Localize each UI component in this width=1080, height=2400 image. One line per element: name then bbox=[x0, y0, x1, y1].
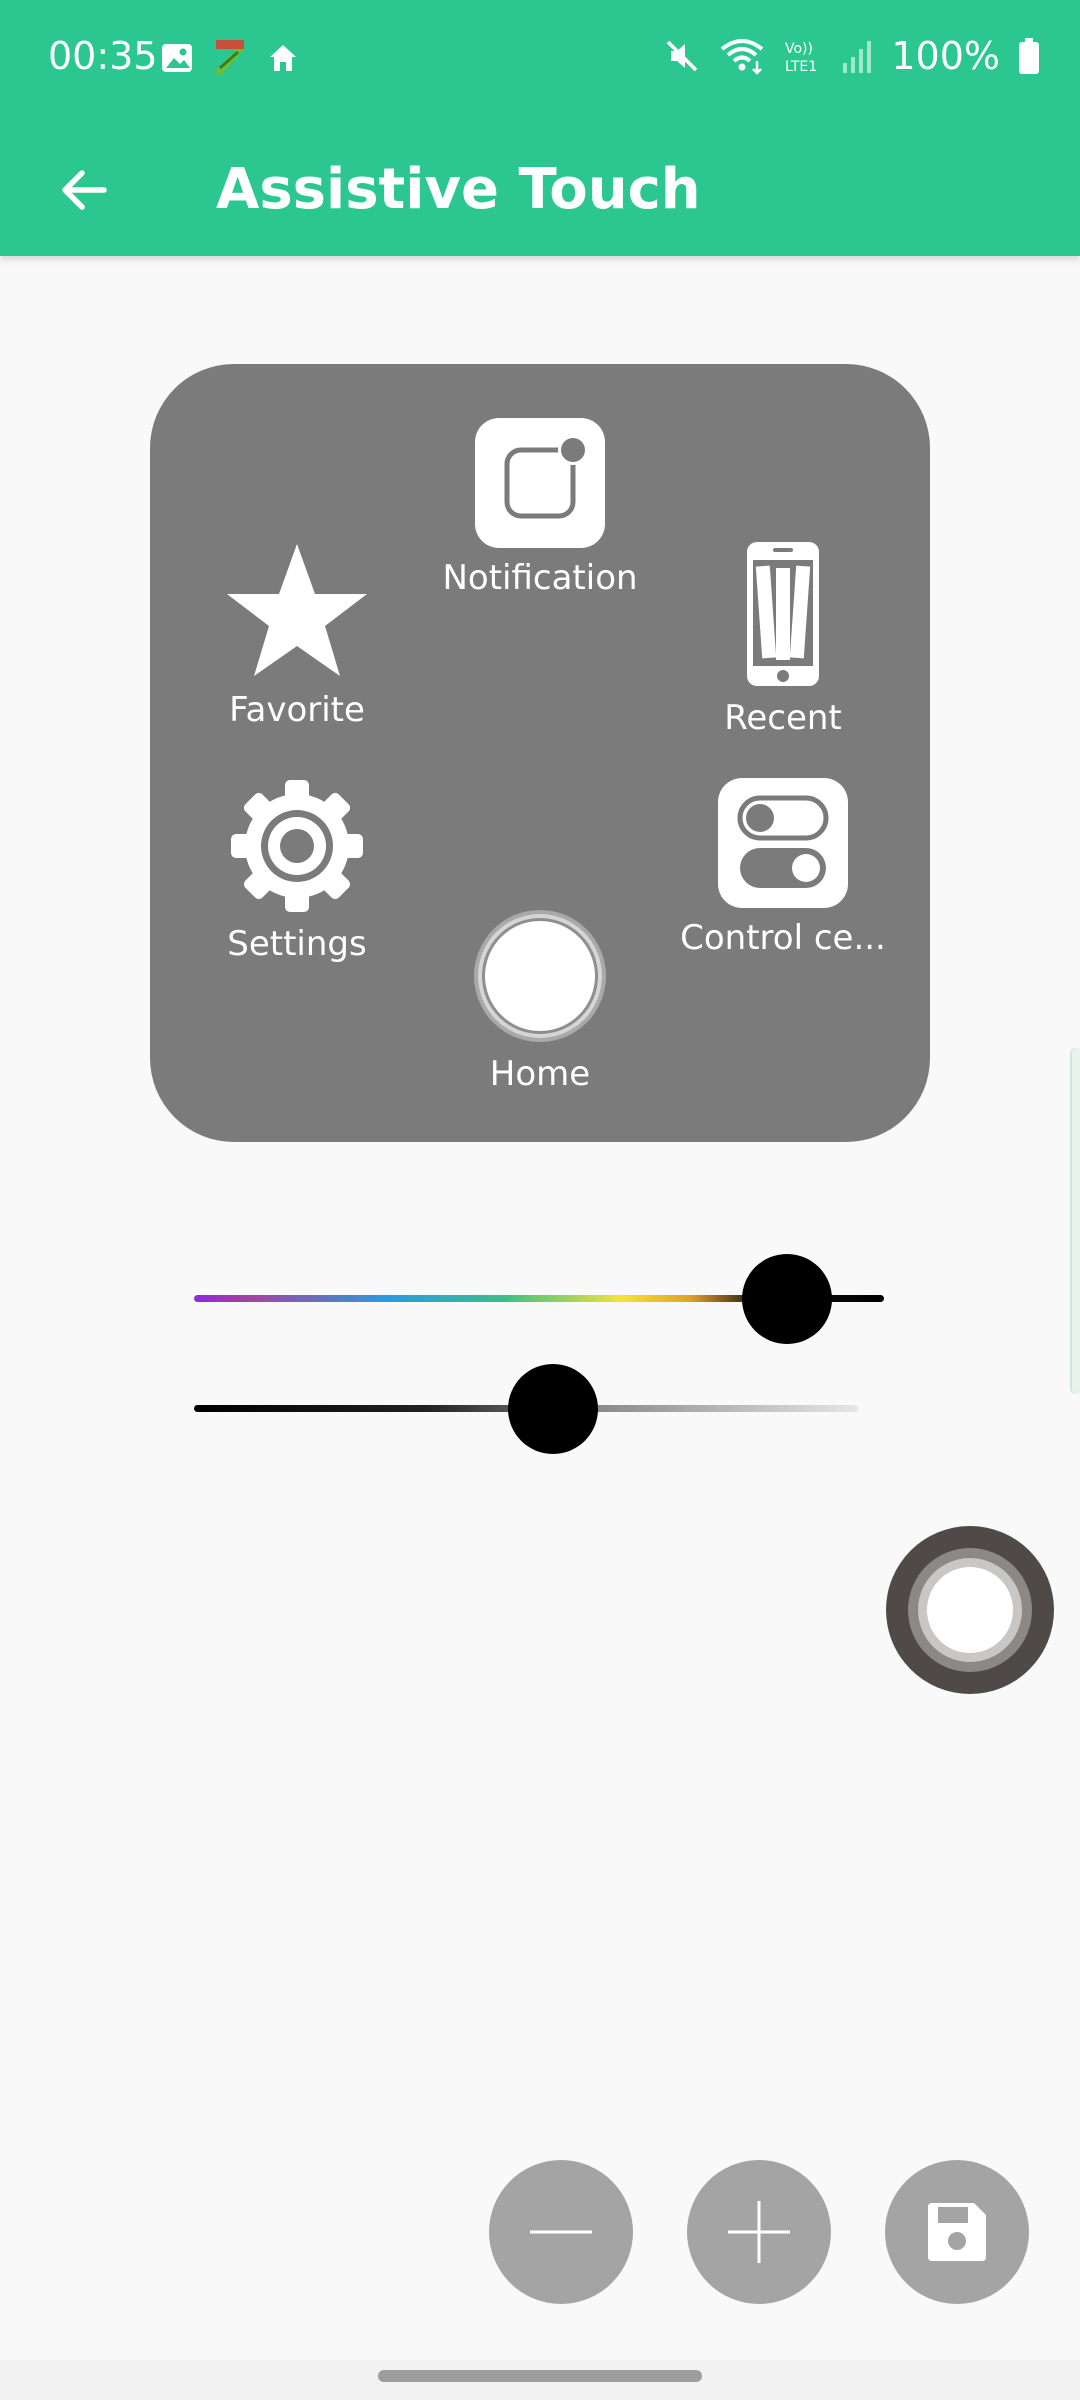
menu-item-notification[interactable]: Notification bbox=[430, 418, 650, 598]
notification-icon bbox=[475, 418, 605, 548]
gear-icon bbox=[231, 780, 363, 912]
opacity-slider[interactable] bbox=[194, 1364, 884, 1454]
wifi-icon bbox=[721, 39, 764, 75]
float-button-core bbox=[927, 1567, 1013, 1653]
app-bar: Assistive Touch bbox=[0, 120, 1080, 256]
back-button[interactable] bbox=[40, 146, 128, 234]
increase-button[interactable] bbox=[687, 2160, 831, 2304]
home-gesture-handle[interactable] bbox=[378, 2370, 702, 2382]
arrow-left-icon bbox=[62, 170, 107, 210]
status-bar: 00:35 Vo)) LTE1 100% bbox=[0, 0, 1080, 120]
minus-icon bbox=[530, 2230, 592, 2234]
volte-lte-icon: Vo)) LTE1 bbox=[785, 41, 817, 75]
float-button-inner-ring bbox=[918, 1558, 1022, 1662]
menu-item-favorite[interactable]: Favorite bbox=[187, 540, 407, 730]
toggle-icon bbox=[718, 778, 848, 908]
menu-item-label: Favorite bbox=[229, 690, 365, 730]
save-button[interactable] bbox=[885, 2160, 1029, 2304]
home-button-icon bbox=[474, 910, 606, 1042]
menu-item-label: Home bbox=[489, 1054, 591, 1094]
menu-item-label: Control ce... bbox=[680, 918, 886, 958]
save-icon bbox=[928, 2203, 986, 2261]
assistive-touch-floating-button[interactable] bbox=[886, 1526, 1054, 1694]
menu-item-settings[interactable]: Settings bbox=[187, 778, 407, 964]
svg-text:Vo)): Vo)) bbox=[785, 41, 813, 57]
mute-icon bbox=[667, 40, 698, 72]
menu-item-label: Recent bbox=[724, 698, 842, 738]
star-icon bbox=[227, 544, 367, 676]
plus-icon bbox=[728, 2201, 790, 2263]
svg-text:LTE1: LTE1 bbox=[785, 59, 817, 75]
gallery-icon bbox=[162, 44, 192, 72]
battery-percent: 100% bbox=[891, 34, 1000, 78]
edge-panel-handle[interactable] bbox=[1070, 1048, 1080, 1394]
color-slider-thumb[interactable] bbox=[742, 1254, 833, 1344]
battery-icon bbox=[1019, 38, 1039, 74]
assistive-menu-preview: Notification Favorite Recent Settings Co… bbox=[150, 364, 930, 1142]
opacity-slider-thumb[interactable] bbox=[507, 1364, 598, 1454]
signal-icon bbox=[843, 41, 872, 73]
status-right-icons: Vo)) LTE1 100% bbox=[663, 34, 1040, 78]
phone-recent-icon bbox=[747, 542, 819, 686]
menu-item-home[interactable]: Home bbox=[430, 908, 650, 1094]
status-time: 00:35 bbox=[48, 34, 158, 78]
color-slider[interactable] bbox=[194, 1254, 884, 1344]
page-title: Assistive Touch bbox=[216, 157, 701, 222]
menu-item-label: Settings bbox=[227, 924, 367, 964]
float-button-ring bbox=[908, 1548, 1032, 1672]
decrease-button[interactable] bbox=[489, 2160, 633, 2304]
status-left-icons bbox=[160, 38, 300, 78]
menu-item-recent[interactable]: Recent bbox=[673, 540, 893, 738]
menu-item-label: Notification bbox=[442, 558, 638, 598]
fake-gps-icon bbox=[214, 40, 244, 76]
home-icon bbox=[270, 45, 296, 71]
menu-item-control-center[interactable]: Control ce... bbox=[663, 778, 903, 958]
